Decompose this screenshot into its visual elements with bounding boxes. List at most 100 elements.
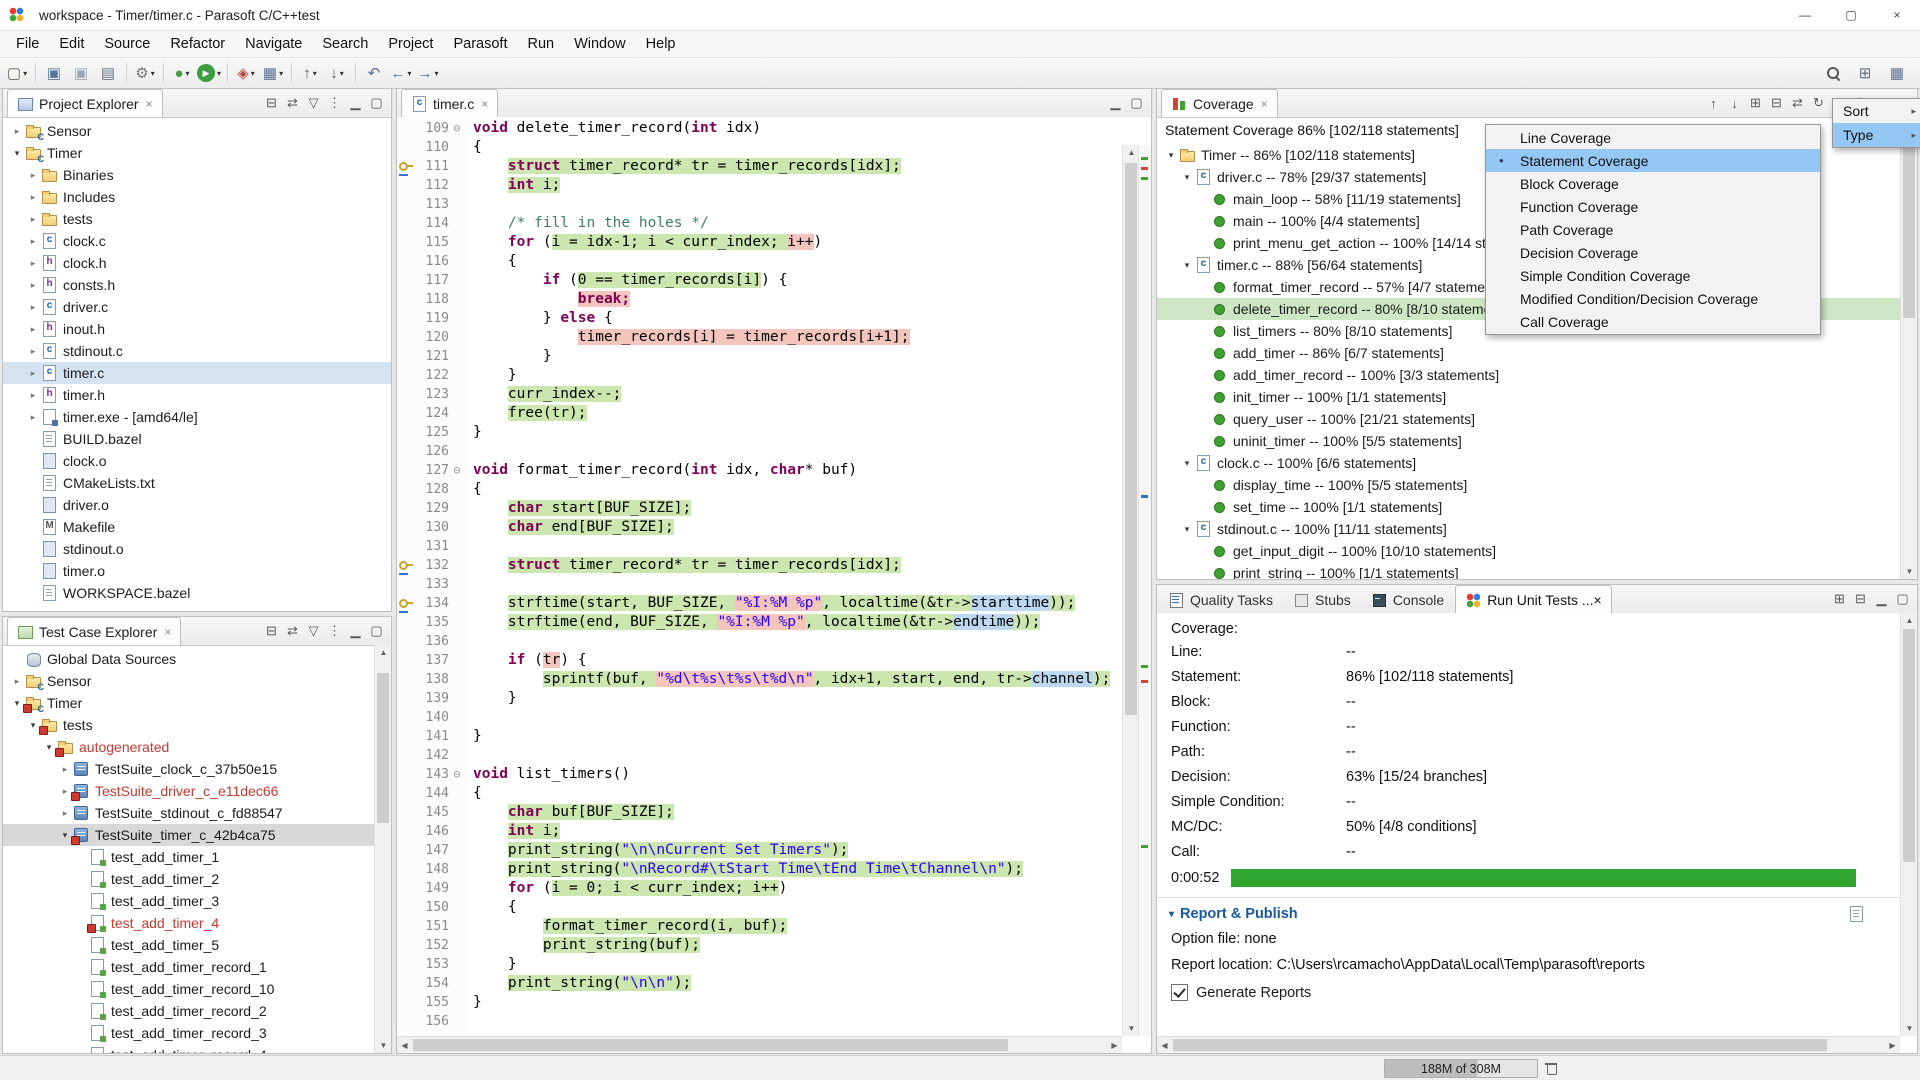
project-item-clock-h[interactable]: ▸hclock.h	[3, 252, 391, 274]
code-text[interactable]: /* fill in the holes */	[467, 214, 709, 233]
code-text[interactable]: if (tr) {	[467, 651, 587, 670]
project-item-consts-h[interactable]: ▸hconsts.h	[3, 274, 391, 296]
coverage-type-path-coverage[interactable]: Path Coverage	[1486, 218, 1820, 241]
tab-stubs[interactable]: Stubs	[1284, 586, 1360, 613]
code-text[interactable]: } else {	[467, 309, 613, 328]
overview-annotation[interactable]	[1141, 177, 1148, 180]
code-text[interactable]: {	[467, 898, 517, 917]
coverage-type-simple-condition-coverage[interactable]: Simple Condition Coverage	[1486, 264, 1820, 287]
report-publish-header[interactable]: ▾ Report & Publish	[1157, 898, 1900, 926]
code-line-130[interactable]: 130 char end[BUF_SIZE];	[397, 518, 1122, 537]
coverage-scrollbar[interactable]: ▲ ▼	[1900, 117, 1917, 579]
maximize-button[interactable]: ▢	[1892, 589, 1913, 609]
code-line-146[interactable]: 146 int i;	[397, 822, 1122, 841]
scroll-left-icon[interactable]: ◀	[397, 1037, 412, 1054]
overview-annotation[interactable]	[1141, 845, 1148, 848]
code-line-131[interactable]: 131	[397, 537, 1122, 556]
project-item-build-bazel[interactable]: BUILD.bazel	[3, 428, 391, 450]
code-text[interactable]: }	[467, 366, 517, 385]
test-item-testsuite-timer-c-42b4ca75[interactable]: ▾TestSuite_timer_c_42b4ca75	[3, 824, 391, 846]
code-text[interactable]: {	[467, 138, 482, 157]
project-item-makefile[interactable]: MMakefile	[3, 516, 391, 538]
menu-navigate[interactable]: Navigate	[235, 36, 312, 52]
test-item-test-add-timer-4[interactable]: test_add_timer_4	[3, 912, 391, 934]
code-text[interactable]: }	[467, 955, 517, 974]
minimize-button[interactable]: ▁	[1105, 93, 1126, 113]
minimize-button[interactable]: ▁	[1871, 589, 1892, 609]
minimize-button[interactable]: —	[1782, 0, 1828, 30]
build-all-button[interactable]: ⚙▾	[132, 61, 158, 85]
scroll-up-icon[interactable]: ▲	[375, 645, 392, 660]
scroll-left-icon[interactable]: ◀	[1157, 1037, 1172, 1054]
code-text[interactable]	[467, 195, 473, 214]
coverage-item-get-input-digit-100-10-10-statements[interactable]: get_input_digit -- 100% [10/10 statement…	[1157, 540, 1917, 562]
code-area[interactable]: 109⊖void delete_timer_record(int idx)110…	[397, 119, 1122, 1036]
test-item-test-add-timer-2[interactable]: test_add_timer_2	[3, 868, 391, 890]
test-item-autogenerated[interactable]: ▾autogenerated	[3, 736, 391, 758]
code-text[interactable]: strftime(start, BUF_SIZE, "%I:%M %p", lo…	[467, 594, 1075, 613]
code-line-127[interactable]: 127⊖void format_timer_record(int idx, ch…	[397, 461, 1122, 480]
tab-run-unit-tests[interactable]: Run Unit Tests ...×	[1455, 585, 1612, 613]
close-icon[interactable]: ×	[481, 97, 488, 111]
next-annotation-button[interactable]: ↓▾	[324, 61, 350, 85]
code-text[interactable]: {	[467, 784, 482, 803]
code-text[interactable]	[467, 632, 473, 651]
tab-timer-c[interactable]: c timer.c ×	[401, 89, 498, 117]
test-using-button[interactable]: ◈▾	[233, 61, 259, 85]
save-button[interactable]: ▣	[41, 61, 67, 85]
print-button[interactable]: ▤	[95, 61, 121, 85]
coverage-item-init-timer-100-1-1-statements[interactable]: init_timer -- 100% [1/1 statements]	[1157, 386, 1917, 408]
code-line-117[interactable]: 117 if (0 == timer_records[i]) {	[397, 271, 1122, 290]
code-text[interactable]	[467, 442, 473, 461]
next-button[interactable]: ↓	[1724, 93, 1745, 113]
project-item-workspace-bazel[interactable]: WORKSPACE.bazel	[3, 582, 391, 604]
code-text[interactable]	[467, 1012, 473, 1031]
garbage-collect-icon[interactable]	[1544, 1061, 1558, 1075]
project-item-clock-o[interactable]: clock.o	[3, 450, 391, 472]
code-line-120[interactable]: 120 timer_records[i] = timer_records[i+1…	[397, 328, 1122, 347]
coverage-type-block-coverage[interactable]: Block Coverage	[1486, 172, 1820, 195]
coverage-item-display-time-100-5-5-statements[interactable]: display_time -- 100% [5/5 statements]	[1157, 474, 1917, 496]
test-item-test-add-timer-record-1[interactable]: test_add_timer_record_1	[3, 956, 391, 978]
code-line-155[interactable]: 155}	[397, 993, 1122, 1012]
test-explorer-scrollbar[interactable]: ▲ ▼	[374, 645, 391, 1053]
scroll-up-icon[interactable]: ▲	[1901, 613, 1918, 628]
code-text[interactable]: break;	[467, 290, 630, 309]
code-line-136[interactable]: 136	[397, 632, 1122, 651]
menu-project[interactable]: Project	[378, 36, 443, 52]
coverage-item-add-timer-86-6-7-statements[interactable]: add_timer -- 86% [6/7 statements]	[1157, 342, 1917, 364]
coverage-item-uninit-timer-100-5-5-statements[interactable]: uninit_timer -- 100% [5/5 statements]	[1157, 430, 1917, 452]
scrollbar-thumb[interactable]	[1903, 133, 1915, 318]
editor-vertical-scrollbar[interactable]: ▲ ▼	[1122, 145, 1139, 1036]
tests-panel-scrollbar[interactable]: ▲ ▼	[1900, 613, 1917, 1036]
test-item-test-add-timer-5[interactable]: test_add_timer_5	[3, 934, 391, 956]
code-text[interactable]: for (i = idx-1; i < curr_index; i++)	[467, 233, 822, 252]
code-line-142[interactable]: 142	[397, 746, 1122, 765]
project-item-includes[interactable]: ▸Includes	[3, 186, 391, 208]
code-text[interactable]: print_string(buf);	[467, 936, 700, 955]
code-text[interactable]: {	[467, 480, 482, 499]
code-line-110[interactable]: 110{	[397, 138, 1122, 157]
project-item-stdinout-o[interactable]: stdinout.o	[3, 538, 391, 560]
code-text[interactable]: struct timer_record* tr = timer_records[…	[467, 556, 901, 575]
code-text[interactable]: char start[BUF_SIZE];	[467, 499, 691, 518]
code-line-112[interactable]: 112 int i;	[397, 176, 1122, 195]
project-item-driver-o[interactable]: driver.o	[3, 494, 391, 516]
code-text[interactable]: }	[467, 689, 517, 708]
view-menu-type[interactable]: Type▸	[1833, 123, 1920, 147]
coverage-type-line-coverage[interactable]: Line Coverage	[1486, 126, 1820, 149]
menu-run[interactable]: Run	[517, 36, 564, 52]
menu-file[interactable]: File	[6, 36, 49, 52]
minimize-button[interactable]: ▁	[345, 93, 366, 113]
coverage-type-modified-condition-decision-coverage[interactable]: Modified Condition/Decision Coverage	[1486, 287, 1820, 310]
code-line-111[interactable]: 111 struct timer_record* tr = timer_reco…	[397, 157, 1122, 176]
code-text[interactable]: curr_index--;	[467, 385, 621, 404]
editor-horizontal-scrollbar[interactable]: ◀ ▶	[397, 1036, 1122, 1053]
code-text[interactable]	[467, 537, 473, 556]
code-text[interactable]: char end[BUF_SIZE];	[467, 518, 674, 537]
code-line-134[interactable]: 134 strftime(start, BUF_SIZE, "%I:%M %p"…	[397, 594, 1122, 613]
project-item-driver-c[interactable]: ▸cdriver.c	[3, 296, 391, 318]
open-report-button[interactable]: ⊞	[1829, 589, 1850, 609]
maximize-button[interactable]: ▢	[1126, 93, 1147, 113]
previous-annotation-button[interactable]: ↑▾	[297, 61, 323, 85]
